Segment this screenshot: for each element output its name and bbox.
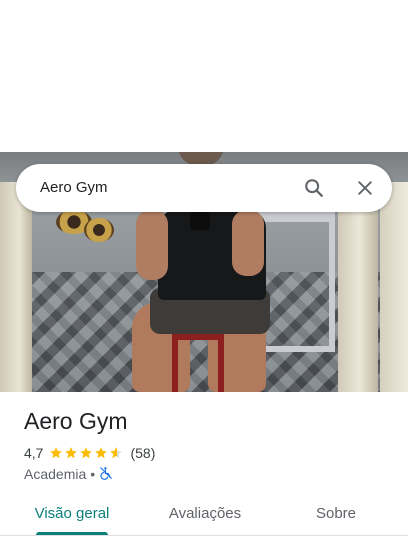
tabs-divider xyxy=(0,535,408,536)
close-icon[interactable] xyxy=(351,174,379,202)
review-count[interactable]: (58) xyxy=(130,445,155,461)
photo-pillar-left xyxy=(0,182,32,392)
star-icon xyxy=(80,447,93,459)
star-icon xyxy=(65,447,78,459)
star-icon xyxy=(50,447,63,459)
photo-phone xyxy=(190,212,210,230)
rating-stars xyxy=(49,446,124,460)
photo-person-arm-right xyxy=(232,210,264,276)
place-title: Aero Gym xyxy=(24,408,128,434)
rating-row[interactable]: 4,7 (58) xyxy=(24,443,155,463)
photo-weight-plate xyxy=(84,218,114,242)
place-category: Academia xyxy=(24,466,87,482)
photo-stool xyxy=(172,334,224,392)
wheelchair-not-accessible-icon xyxy=(99,466,113,483)
tab-overview[interactable]: Visão geral xyxy=(24,504,120,524)
star-half-icon xyxy=(110,447,123,459)
search-icon[interactable] xyxy=(300,174,328,202)
separator: • xyxy=(90,466,96,482)
tab-bar: Visão geral Avaliações Sobre xyxy=(0,496,408,536)
star-icon xyxy=(95,447,108,459)
category-row: Academia • xyxy=(24,464,113,484)
photo-pillar-right xyxy=(338,182,378,392)
tab-about[interactable]: Sobre xyxy=(300,504,372,524)
search-bar[interactable]: Aero Gym xyxy=(16,164,392,212)
search-input[interactable]: Aero Gym xyxy=(40,179,108,197)
tab-reviews[interactable]: Avaliações xyxy=(155,504,255,524)
photo-pillar-far-right xyxy=(380,182,408,392)
rating-value: 4,7 xyxy=(24,445,44,461)
photo-person-arm-left xyxy=(136,210,168,280)
